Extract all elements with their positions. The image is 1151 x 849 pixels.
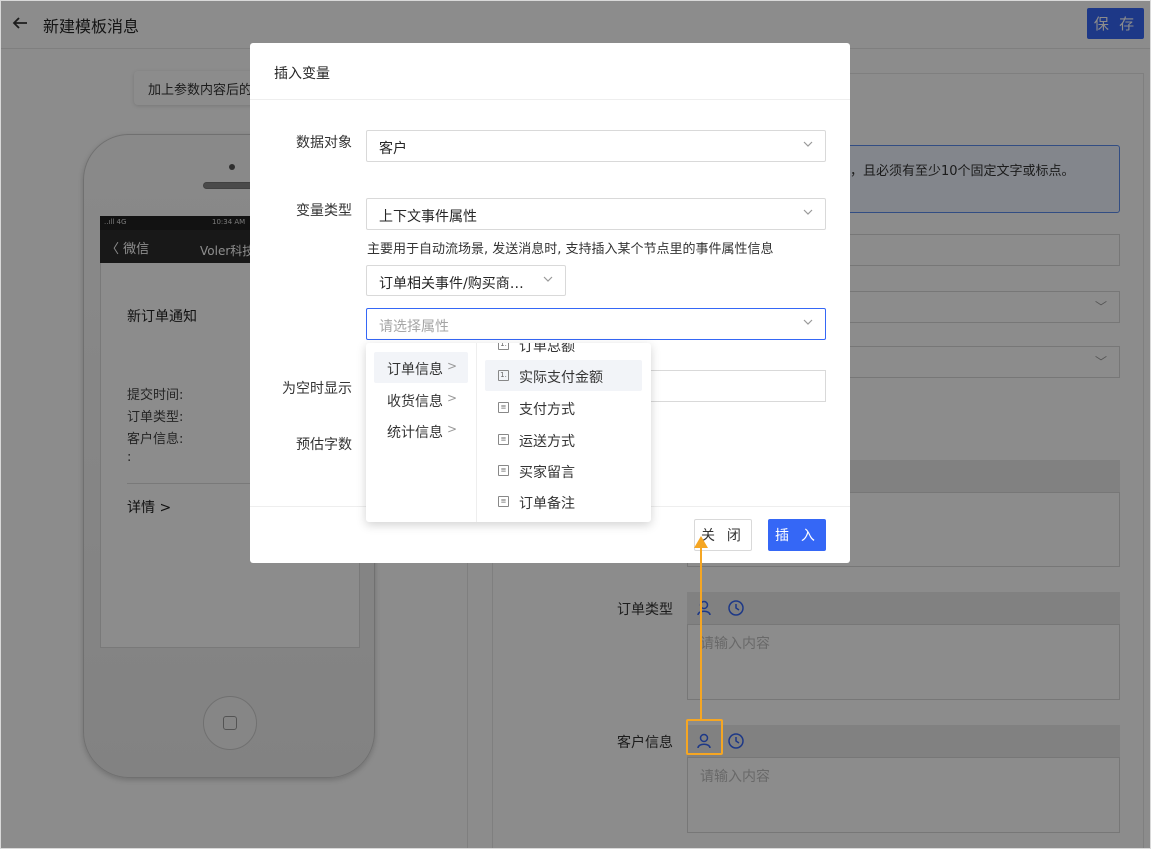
event-select-value: 订单相关事件/购买商…: [379, 276, 524, 292]
empty-display-input[interactable]: [641, 370, 826, 402]
cascader-attribute-option[interactable]: ≡ 买家留言: [485, 455, 642, 486]
annotation-arrow-head: [694, 536, 708, 548]
cascader-attribute-option[interactable]: ≡ 运送方式: [485, 424, 642, 455]
event-select[interactable]: 订单相关事件/购买商…: [366, 265, 566, 296]
cascader-attribute-list: 1. 订单总额 1. 实际支付金额 ≡ 支付方式 ≡ 运送方式 ≡ 买家留言 ≡…: [477, 343, 651, 522]
var-type-value: 上下文事件属性: [379, 209, 477, 225]
chevron-down-icon: [803, 141, 813, 147]
chevron-down-icon: [543, 276, 553, 282]
chevron-down-icon: [803, 319, 813, 325]
cascader-attribute-label: 订单备注: [519, 496, 575, 512]
cascader-attribute-label: 实际支付金额: [519, 370, 603, 386]
cascader-attribute-label: 支付方式: [519, 402, 575, 418]
empty-display-label: 为空时显示: [282, 381, 352, 397]
cascader-attribute-option[interactable]: 1. 实际支付金额: [485, 360, 642, 391]
text-type-icon: ≡: [498, 434, 509, 445]
attribute-select[interactable]: 请选择属性: [366, 308, 826, 340]
dialog-title: 插入变量: [274, 66, 330, 82]
chevron-down-icon: [803, 209, 813, 215]
text-type-icon: ≡: [498, 496, 509, 507]
data-object-label: 数据对象: [296, 135, 352, 151]
number-type-icon: 1.: [498, 343, 509, 350]
chevron-right-icon: >: [447, 422, 458, 436]
cascader-attribute-option[interactable]: ≡ 订单备注: [485, 486, 642, 517]
cascader-option-label: 订单信息: [387, 362, 443, 378]
page: 新建模板消息 保 存 加上参数内容后的 ..ıll 4G 10:34 AM 〈 …: [0, 0, 1151, 849]
text-type-icon: ≡: [498, 465, 509, 476]
cascader-attribute-label: 买家留言: [519, 465, 575, 481]
chevron-right-icon: >: [447, 359, 458, 373]
dialog-header-divider: [250, 99, 850, 100]
cascader-attribute-option[interactable]: ≡ 支付方式: [485, 392, 642, 423]
var-type-hint: 主要用于自动流场景, 发送消息时, 支持插入某个节点里的事件属性信息: [367, 242, 774, 257]
chevron-right-icon: >: [447, 391, 458, 405]
cascader-option-label: 统计信息: [387, 425, 443, 441]
cascader-attribute-option[interactable]: 1. 订单总额: [485, 343, 642, 360]
cascader-attribute-label: 订单总额: [519, 343, 575, 355]
highlight-box: [686, 719, 723, 755]
attribute-placeholder: 请选择属性: [379, 319, 449, 335]
cascader-option-shipping-info[interactable]: 收货信息 >: [374, 384, 468, 415]
estimated-count-label: 预估字数: [296, 437, 352, 453]
number-type-icon: 1.: [498, 370, 509, 381]
annotation-arrow-line: [700, 547, 702, 719]
cascader-option-order-info[interactable]: 订单信息 >: [374, 352, 468, 383]
cascader-attribute-label: 运送方式: [519, 434, 575, 450]
cascader-option-stats-info[interactable]: 统计信息 >: [374, 415, 468, 446]
var-type-select[interactable]: 上下文事件属性: [366, 198, 826, 230]
data-object-value: 客户: [379, 141, 407, 157]
cascader-option-label: 收货信息: [387, 394, 443, 410]
text-type-icon: ≡: [498, 402, 509, 413]
var-type-label: 变量类型: [296, 203, 352, 219]
data-object-select[interactable]: 客户: [366, 130, 826, 162]
insert-button[interactable]: 插 入: [768, 519, 826, 551]
